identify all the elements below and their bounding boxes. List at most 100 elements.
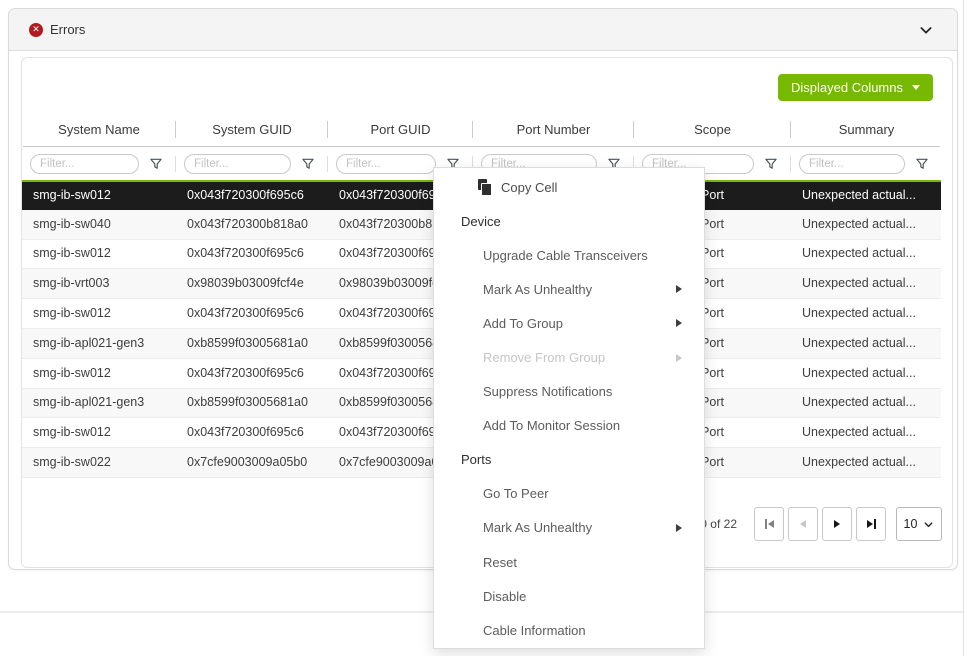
displayed-columns-button[interactable]: Displayed Columns bbox=[778, 74, 933, 101]
context-menu-item-remove-from-group: Remove From Group bbox=[434, 340, 704, 374]
cell-system_guid: 0xb8599f03005681a0 bbox=[176, 330, 328, 357]
cell-system_guid: 0xb8599f03005681a0 bbox=[176, 389, 328, 416]
header-divider bbox=[23, 146, 940, 147]
column-header-port-guid[interactable]: Port GUID bbox=[328, 114, 473, 146]
filter-input-port-guid[interactable] bbox=[336, 154, 436, 174]
first-page-button[interactable] bbox=[754, 507, 784, 541]
cell-system_guid: 0x043f720300f695c6 bbox=[176, 360, 328, 387]
first-page-icon-arrow bbox=[768, 520, 774, 528]
context-menu-item-reset[interactable]: Reset bbox=[434, 545, 704, 579]
next-page-button[interactable] bbox=[822, 507, 852, 541]
cell-summary: Unexpected actual... bbox=[791, 330, 942, 357]
context-menu-item-label: Copy Cell bbox=[501, 180, 557, 195]
filter-funnel-icon[interactable] bbox=[149, 157, 163, 171]
page-size-value: 10 bbox=[904, 517, 918, 531]
submenu-arrow-icon bbox=[676, 285, 682, 293]
last-page-button[interactable] bbox=[856, 507, 886, 541]
last-page-icon-arrow bbox=[867, 520, 873, 528]
cell-system_name: smg-ib-sw040 bbox=[22, 211, 176, 238]
cell-system_name: smg-ib-vrt003 bbox=[22, 270, 176, 297]
collapse-panel-button[interactable] bbox=[915, 19, 937, 41]
panel-title: Errors bbox=[50, 22, 85, 37]
context-menu-item-cable-information[interactable]: Cable Information bbox=[434, 613, 704, 647]
cell-system_name: smg-ib-sw022 bbox=[22, 449, 176, 476]
displayed-columns-label: Displayed Columns bbox=[791, 80, 903, 95]
filter-funnel-icon[interactable] bbox=[915, 157, 929, 171]
cell-system_name: smg-ib-sw012 bbox=[22, 240, 176, 267]
page-size-select[interactable]: 10 bbox=[896, 507, 942, 541]
cell-system_name: smg-ib-apl021-gen3 bbox=[22, 330, 176, 357]
cell-summary: Unexpected actual... bbox=[791, 449, 942, 476]
context-menu-item-copy-cell[interactable]: Copy Cell bbox=[434, 170, 704, 204]
error-circle-icon: ✕ bbox=[29, 23, 43, 37]
chevron-down-icon bbox=[918, 22, 934, 38]
cell-system_name: smg-ib-sw012 bbox=[22, 419, 176, 446]
context-menu-item-disable[interactable]: Disable bbox=[434, 579, 704, 613]
context-menu-item-label: Add To Group bbox=[483, 316, 563, 331]
filter-cell-system-name bbox=[22, 149, 176, 179]
context-menu-item-add-to-monitor-session[interactable]: Add To Monitor Session bbox=[434, 409, 704, 443]
cell-system_name: smg-ib-apl021-gen3 bbox=[22, 389, 176, 416]
cell-system_guid: 0x043f720300f695c6 bbox=[176, 419, 328, 446]
errors-panel-header: ✕ Errors bbox=[9, 9, 957, 51]
cell-system_guid: 0x7cfe9003009a05b0 bbox=[176, 449, 328, 476]
filter-input-system-name[interactable] bbox=[30, 154, 139, 174]
copy-icon bbox=[478, 179, 492, 195]
cell-system_name: smg-ib-sw012 bbox=[22, 360, 176, 387]
context-menu-item-label: Upgrade Cable Transceivers bbox=[483, 248, 648, 263]
context-menu-item-label: Cable Information bbox=[483, 623, 586, 638]
context-menu-section-ports: Ports bbox=[434, 443, 704, 477]
column-header-system-name[interactable]: System Name bbox=[22, 114, 176, 146]
context-menu-section-device: Device bbox=[434, 204, 704, 238]
adjacent-panel-edge bbox=[963, 0, 975, 656]
cell-summary: Unexpected actual... bbox=[791, 270, 942, 297]
cell-summary: Unexpected actual... bbox=[791, 182, 942, 209]
context-menu-item-upgrade-cable-transceivers[interactable]: Upgrade Cable Transceivers bbox=[434, 238, 704, 272]
context-menu-item-mark-as-unhealthy[interactable]: Mark As Unhealthy bbox=[434, 272, 704, 306]
filter-input-summary[interactable] bbox=[799, 154, 905, 174]
chevron-down-icon bbox=[923, 519, 934, 530]
cell-system_guid: 0x043f720300f695c6 bbox=[176, 182, 328, 209]
column-header-summary[interactable]: Summary bbox=[791, 114, 942, 146]
context-menu-item-mark-as-unhealthy[interactable]: Mark As Unhealthy bbox=[434, 511, 704, 545]
next-page-icon bbox=[834, 520, 840, 528]
column-header-scope[interactable]: Scope bbox=[634, 114, 791, 146]
table-header-row: System NameSystem GUIDPort GUIDPort Numb… bbox=[22, 114, 941, 146]
column-header-system-guid[interactable]: System GUID bbox=[176, 114, 328, 146]
cell-system_guid: 0x043f720300b818a0 bbox=[176, 211, 328, 238]
context-menu-item-suppress-notifications[interactable]: Suppress Notifications bbox=[434, 375, 704, 409]
filter-cell-system-guid bbox=[176, 149, 328, 179]
context-menu-item-label: Add To Monitor Session bbox=[483, 418, 620, 433]
context-menu-item-label: Remove From Group bbox=[483, 350, 605, 365]
cell-summary: Unexpected actual... bbox=[791, 211, 942, 238]
previous-page-button[interactable] bbox=[788, 507, 818, 541]
filter-cell-summary bbox=[791, 149, 942, 179]
context-menu-item-go-to-peer[interactable]: Go To Peer bbox=[434, 477, 704, 511]
cell-summary: Unexpected actual... bbox=[791, 240, 942, 267]
cell-system_guid: 0x043f720300f695c6 bbox=[176, 300, 328, 327]
context-menu-item-label: Mark As Unhealthy bbox=[483, 520, 592, 535]
first-page-icon bbox=[765, 519, 767, 529]
cell-summary: Unexpected actual... bbox=[791, 360, 942, 387]
context-menu-item-label: Reset bbox=[483, 555, 517, 570]
panel-title-wrap: ✕ Errors bbox=[29, 22, 85, 37]
cell-system_name: smg-ib-sw012 bbox=[22, 300, 176, 327]
pagination: 10 of 22 10 bbox=[694, 506, 942, 542]
filter-funnel-icon[interactable] bbox=[764, 157, 778, 171]
filter-input-system-guid[interactable] bbox=[184, 154, 291, 174]
cell-summary: Unexpected actual... bbox=[791, 389, 942, 416]
context-menu-item-label: Mark As Unhealthy bbox=[483, 282, 592, 297]
cell-system_guid: 0x043f720300f695c6 bbox=[176, 240, 328, 267]
submenu-arrow-icon bbox=[676, 524, 682, 532]
caret-down-icon bbox=[912, 85, 920, 90]
previous-page-icon bbox=[800, 520, 806, 528]
context-menu-item-add-to-group[interactable]: Add To Group bbox=[434, 306, 704, 340]
cell-system_name: smg-ib-sw012 bbox=[22, 182, 176, 209]
column-header-port-number[interactable]: Port Number bbox=[473, 114, 634, 146]
submenu-arrow-icon bbox=[676, 319, 682, 327]
submenu-arrow-icon bbox=[676, 354, 682, 362]
context-menu-item-label: Suppress Notifications bbox=[483, 384, 612, 399]
filter-funnel-icon[interactable] bbox=[301, 157, 315, 171]
context-menu: Copy Cell Device Upgrade Cable Transceiver… bbox=[433, 167, 705, 649]
cell-summary: Unexpected actual... bbox=[791, 419, 942, 446]
